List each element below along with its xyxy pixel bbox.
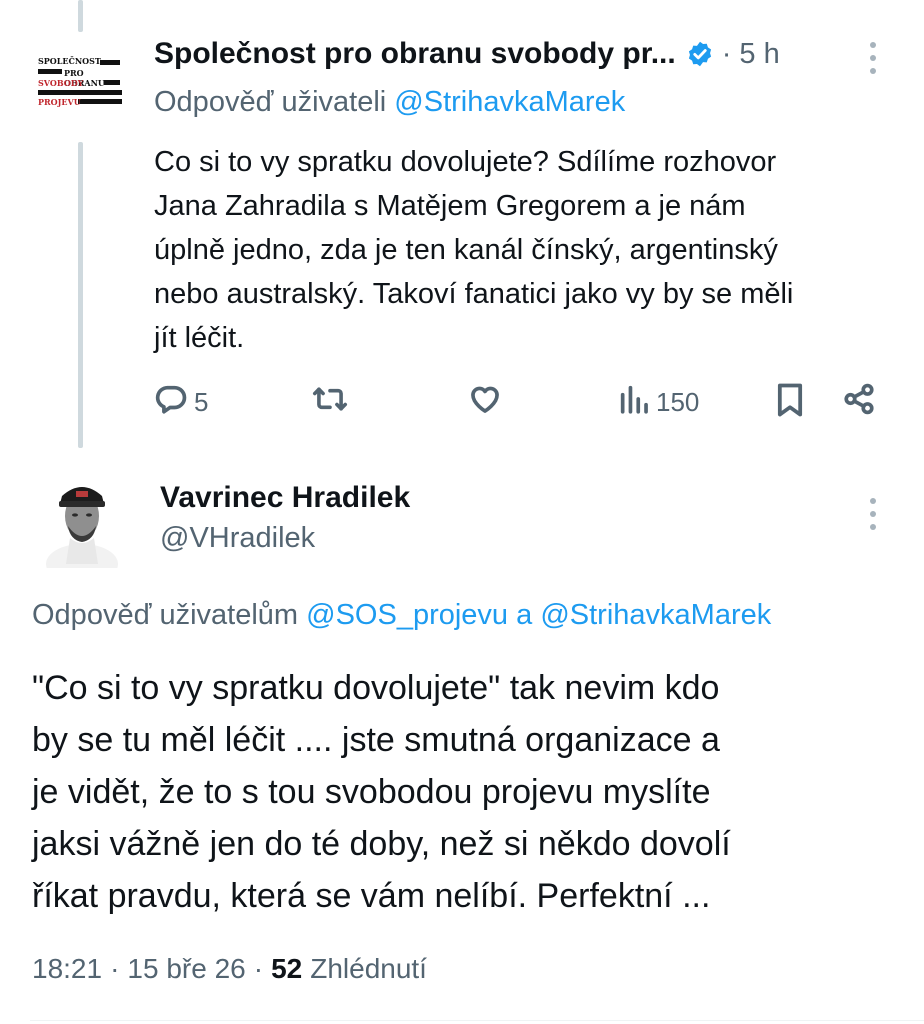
body-line: úplně jedno, zda je ten kanál čínský, ar… [154, 234, 778, 266]
bookmark-icon [774, 382, 806, 425]
views-icon [618, 382, 650, 423]
tweet-1-header: Společnost pro obranu svobody pr... · 5 … [154, 34, 780, 74]
share-icon [842, 382, 876, 423]
reply-icon [154, 382, 188, 423]
logo-line-1: SPOLEČNOST [38, 56, 101, 66]
share-button[interactable] [842, 382, 876, 423]
reply-prefix: Odpověď uživateli [154, 86, 387, 118]
logo-line-4: PROJEVU [38, 97, 81, 107]
like-icon [467, 382, 503, 423]
reply-count: 5 [194, 387, 209, 417]
reply-and: a [516, 599, 533, 631]
tweet-2-body: "Co si to vy spratku dovolujete" tak nev… [32, 662, 731, 922]
bookmark-button[interactable] [774, 382, 806, 425]
divider [30, 1020, 924, 1021]
body-line: říkat pravdu, která se vám nelíbí. Perfe… [32, 877, 711, 915]
views-button[interactable]: 150 [618, 382, 699, 423]
reply-button[interactable]: 5 [154, 382, 208, 423]
author-name[interactable]: Vavrinec Hradilek [160, 481, 410, 515]
reply-context: Odpověď uživatelům @SOS_projevu a @Strih… [32, 599, 771, 632]
verified-icon [686, 40, 714, 68]
avatar-org-logo[interactable]: SPOLEČNOST PRO OBRANU SVOBODY PROJEVU [38, 56, 122, 107]
body-line: Co si to vy spratku dovolujete? Sdílíme … [154, 146, 777, 178]
body-line: by se tu měl léčit .... jste smutná orga… [32, 721, 720, 759]
body-line: jít léčit. [154, 322, 245, 354]
logo-line-3: SVOBODY [38, 78, 84, 88]
tweet-1[interactable]: SPOLEČNOST PRO OBRANU SVOBODY PROJEVU Sp… [0, 0, 924, 455]
avatar-user[interactable] [40, 468, 124, 568]
reply-context: Odpověď uživateli @StrihavkaMarek [154, 86, 625, 119]
reply-handle-link[interactable]: @SOS_projevu [306, 599, 508, 631]
author-name[interactable]: Společnost pro obranu svobody pr... [154, 37, 676, 71]
body-line: je vidět, že to s tou svobodou projevu m… [32, 773, 711, 811]
author-handle[interactable]: @VHradilek [160, 522, 315, 555]
body-line: nebo australský. Takoví fanatici jako vy… [154, 278, 794, 310]
reply-handle-link[interactable]: @StrihavkaMarek [394, 86, 625, 118]
tweet-2[interactable]: Vavrinec Hradilek @VHradilek Odpověď uži… [0, 455, 924, 1024]
views-count: 150 [656, 387, 700, 417]
tweet-1-body: Co si to vy spratku dovolujete? Sdílíme … [154, 140, 793, 360]
separator: · [253, 953, 264, 984]
tweet-time[interactable]: 18:21 [32, 953, 102, 985]
retweet-icon [312, 382, 348, 423]
views-label: Zhlédnutí [310, 953, 427, 984]
retweet-button[interactable] [312, 382, 348, 423]
body-line: jaksi vážně jen do té doby, než si někdo… [32, 825, 731, 863]
tweet-time[interactable]: · 5 h [722, 38, 780, 71]
reply-handle-link[interactable]: @StrihavkaMarek [540, 599, 771, 631]
views-count: 52 [271, 953, 303, 984]
like-button[interactable] [467, 382, 503, 423]
body-line: Jana Zahradila s Matějem Gregorem a je n… [154, 190, 746, 222]
more-icon[interactable] [868, 42, 878, 74]
more-icon[interactable] [868, 498, 878, 530]
body-line: "Co si to vy spratku dovolujete" tak nev… [32, 669, 720, 707]
reply-prefix: Odpověď uživatelům [32, 599, 299, 631]
tweet-date[interactable]: 15 bře 26 [127, 953, 245, 985]
tweet-metadata: 18:21 · 15 bře 26 · 52 Zhlédnutí [32, 953, 427, 985]
separator: · [110, 953, 120, 984]
